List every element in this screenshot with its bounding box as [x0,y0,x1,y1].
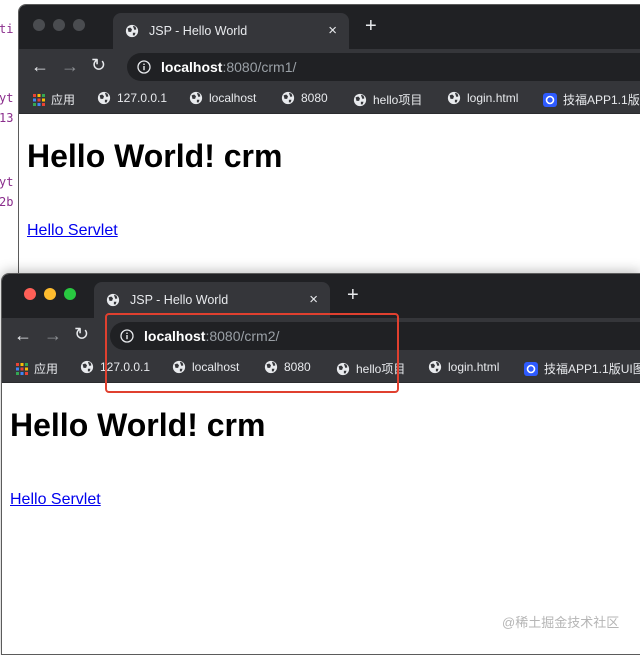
forward-button[interactable]: → [61,56,79,77]
bookmark-localhost[interactable]: localhost [189,91,256,105]
address-bar[interactable]: localhost:8080/crm1/ [127,53,640,81]
maximize-window-icon[interactable] [64,288,76,300]
bookmark-app-ui[interactable]: 技福APP1.1版 [543,91,640,108]
tab-strip: JSP - Hello World × + [2,274,640,318]
bookmark-127-0-0-1[interactable]: 127.0.0.1 [97,91,167,105]
bookmark-login-html[interactable]: login.html [428,360,499,374]
reload-button[interactable]: ↻ [74,324,89,345]
tab-strip: JSP - Hello World × + [19,5,640,49]
page-heading: Hello World! crm [10,407,266,443]
apps-grid-icon [33,94,45,106]
globe-icon [428,360,442,374]
maximize-window-icon[interactable] [73,19,85,31]
code-fragment: 13 [0,111,14,125]
hello-servlet-link[interactable]: Hello Servlet [10,491,101,509]
bookmark-apps[interactable]: 应用 [16,360,58,377]
bookmark-apps[interactable]: 应用 [33,91,75,108]
back-button[interactable]: ← [31,56,49,77]
forward-button[interactable]: → [44,325,62,346]
watermark: @稀土掘金技术社区 [502,615,620,630]
code-fragment: yt [0,175,14,189]
globe-icon [353,93,367,107]
code-fragment: ti [0,22,14,36]
background-code-editor: ti yt 13 yt 2b [0,0,18,280]
code-fragment: 2b [0,195,14,209]
bookmark-app-ui[interactable]: 技福APP1.1版UI图 [524,360,640,377]
code-fragment: yt [0,91,14,105]
globe-icon [97,91,111,105]
globe-icon [447,91,461,105]
globe-icon [189,91,203,105]
tab-jsp-hello-world[interactable]: JSP - Hello World × [113,13,349,49]
minimize-window-icon[interactable] [44,288,56,300]
url-text[interactable]: localhost:8080/crm1/ [161,59,296,75]
new-tab-button[interactable]: + [347,284,359,307]
bookmark-hello-project[interactable]: hello项目 [353,91,422,108]
tab-title: JSP - Hello World [130,293,229,307]
bookmark-login-html[interactable]: login.html [447,91,518,105]
close-window-icon[interactable] [33,19,45,31]
browser-window-crm1: JSP - Hello World × + ← → ↻ localhost:80… [18,4,640,278]
bookmark-8080[interactable]: 8080 [281,91,328,105]
page-heading: Hello World! crm [27,138,283,174]
bookmarks-bar: 应用 127.0.0.1 localhost 8080 hello项目 logi… [19,85,640,114]
back-button[interactable]: ← [14,325,32,346]
close-window-icon[interactable] [24,288,36,300]
highlight-box [105,313,399,393]
close-tab-icon[interactable]: × [328,22,337,39]
app-logo-icon [543,93,557,107]
new-tab-button[interactable]: + [365,15,377,38]
reload-button[interactable]: ↻ [91,55,106,76]
app-logo-icon [524,362,538,376]
browser-toolbar: ← → ↻ localhost:8080/crm1/ [19,49,640,85]
hello-servlet-link[interactable]: Hello Servlet [27,222,118,240]
window-controls [33,19,85,31]
tab-title: JSP - Hello World [149,24,248,38]
globe-icon [80,360,94,374]
info-icon[interactable] [137,60,151,74]
globe-icon [125,24,139,38]
globe-icon [281,91,295,105]
close-tab-icon[interactable]: × [309,291,318,308]
minimize-window-icon[interactable] [53,19,65,31]
window-controls [24,288,76,300]
apps-grid-icon [16,363,28,375]
globe-icon [106,293,120,307]
